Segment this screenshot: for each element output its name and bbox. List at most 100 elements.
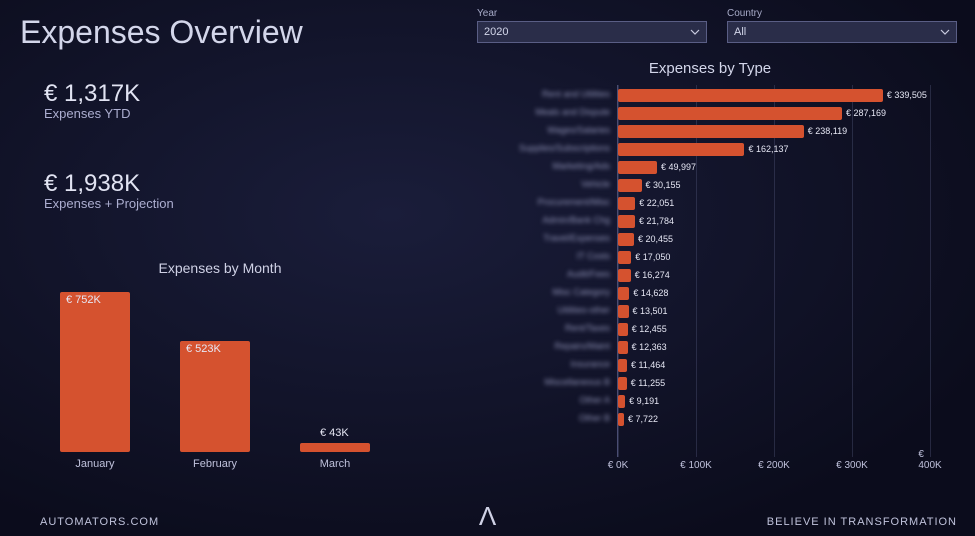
country-dropdown[interactable]: All: [727, 21, 957, 43]
chart-type-title: Expenses by Type: [470, 60, 950, 77]
type-category-label: Repairs/Maint: [470, 341, 610, 351]
kpi-ytd: € 1,317K Expenses YTD: [44, 80, 140, 121]
type-category-label: Rent/Taxes: [470, 323, 610, 333]
type-bar[interactable]: [618, 413, 624, 426]
chart-gridline: [774, 85, 775, 457]
filter-country: Country All: [727, 8, 957, 43]
month-bar-label: € 43K: [320, 427, 349, 439]
type-bar[interactable]: [618, 107, 842, 120]
year-dropdown-value: 2020: [484, 26, 508, 38]
type-bar[interactable]: [618, 287, 629, 300]
chevron-down-icon: [940, 27, 950, 37]
chart-month-title: Expenses by Month: [40, 260, 400, 276]
chart-x-label: € 300K: [836, 460, 868, 471]
type-bar-value: € 7,722: [628, 414, 658, 424]
type-bar-value: € 30,155: [646, 180, 681, 190]
filter-year-label: Year: [477, 8, 707, 19]
type-category-label: IT Costs: [470, 251, 610, 261]
chart-expenses-by-type: Expenses by Type € 0K€ 100K€ 200K€ 300K€…: [470, 60, 950, 490]
kpi-ytd-label: Expenses YTD: [44, 106, 140, 121]
type-bar-value: € 12,363: [632, 342, 667, 352]
type-bar[interactable]: [618, 323, 628, 336]
month-x-label: March: [300, 458, 370, 470]
kpi-ytd-value: € 1,317K: [44, 80, 140, 108]
type-bar-value: € 14,628: [633, 288, 668, 298]
type-category-label: Rent and Utilities: [470, 89, 610, 99]
type-bar[interactable]: [618, 359, 627, 372]
type-bar[interactable]: [618, 89, 883, 102]
type-category-label: Audit/Fees: [470, 269, 610, 279]
kpi-proj-label: Expenses + Projection: [44, 196, 174, 211]
chart-x-label: € 100K: [680, 460, 712, 471]
page-title: Expenses Overview: [20, 14, 303, 51]
footer-left: AUTOMATORS.COM: [40, 516, 159, 528]
month-x-label: February: [180, 458, 250, 470]
month-bar-label: € 523K: [186, 343, 221, 355]
month-bar[interactable]: [300, 443, 370, 452]
type-category-label: Admin/Bank Chg: [470, 215, 610, 225]
type-category-label: Utilities-other: [470, 305, 610, 315]
kpi-proj: € 1,938K Expenses + Projection: [44, 170, 174, 211]
type-bar[interactable]: [618, 125, 804, 138]
type-category-label: Wages/Salaries: [470, 125, 610, 135]
type-category-label: Marketing/Ads: [470, 161, 610, 171]
chart-gridline: [930, 85, 931, 457]
chart-gridline: [852, 85, 853, 457]
chart-expenses-by-month: Expenses by Month € 752K January € 523K Feb…: [40, 260, 400, 490]
type-category-label: Miscellaneous B: [470, 377, 610, 387]
country-dropdown-value: All: [734, 26, 746, 38]
month-bar[interactable]: [60, 292, 130, 452]
type-bar[interactable]: [618, 233, 634, 246]
filter-year: Year 2020: [477, 8, 707, 43]
type-category-label: Meals and Dispute: [470, 107, 610, 117]
footer-logo-icon: Λ: [479, 501, 496, 532]
type-category-label: Misc Category: [470, 287, 610, 297]
chart-type-plot: € 0K € 100K € 200K € 300K € 400K Rent and Uti…: [470, 85, 950, 485]
type-category-label: Insurance: [470, 359, 610, 369]
chart-x-label: € 400K: [918, 449, 941, 471]
type-bar[interactable]: [618, 251, 631, 264]
chart-gridline: [696, 85, 697, 457]
type-bar-value: € 238,119: [808, 126, 847, 136]
kpi-proj-value: € 1,938K: [44, 170, 174, 198]
type-bar[interactable]: [618, 395, 625, 408]
filter-bar: Year 2020 Country All: [477, 8, 957, 43]
type-bar-value: € 11,255: [631, 378, 665, 388]
type-bar-value: € 21,784: [639, 216, 674, 226]
type-bar[interactable]: [618, 305, 629, 318]
type-bar-value: € 287,169: [846, 108, 886, 118]
footer-right: BELIEVE IN TRANSFORMATION: [767, 516, 957, 528]
month-x-label: January: [60, 458, 130, 470]
filter-country-label: Country: [727, 8, 957, 19]
type-bar-value: € 13,501: [633, 306, 668, 316]
month-bar-label: € 752K: [66, 294, 101, 306]
type-bar-value: € 9,191: [629, 396, 659, 406]
type-bar-value: € 339,505: [887, 90, 927, 100]
type-bar[interactable]: [618, 269, 631, 282]
type-category-label: Other A: [470, 395, 610, 405]
type-category-label: Vehicle: [470, 179, 610, 189]
year-dropdown[interactable]: 2020: [477, 21, 707, 43]
type-bar[interactable]: [618, 143, 744, 156]
type-category-label: Travel/Expenses: [470, 233, 610, 243]
type-bar-value: € 11,464: [631, 360, 665, 370]
type-category-label: Supplies/Subscriptions: [470, 143, 610, 153]
type-bar-value: € 49,997: [661, 162, 696, 172]
type-bar[interactable]: [618, 179, 642, 192]
type-bar-value: € 20,455: [638, 234, 673, 244]
chevron-down-icon: [690, 27, 700, 37]
chart-x-label: € 200K: [758, 460, 790, 471]
type-bar-value: € 162,137: [748, 144, 788, 154]
type-bar-value: € 16,274: [635, 270, 670, 280]
type-bar-value: € 22,051: [639, 198, 674, 208]
month-bar[interactable]: [180, 341, 250, 452]
type-bar[interactable]: [618, 377, 627, 390]
type-bar[interactable]: [618, 215, 635, 228]
type-bar-value: € 17,050: [635, 252, 670, 262]
type-bar-value: € 12,455: [632, 324, 667, 334]
type-bar[interactable]: [618, 341, 628, 354]
type-category-label: Procurement/Misc: [470, 197, 610, 207]
chart-x-label: € 0K: [608, 460, 629, 471]
type-bar[interactable]: [618, 197, 635, 210]
type-bar[interactable]: [618, 161, 657, 174]
